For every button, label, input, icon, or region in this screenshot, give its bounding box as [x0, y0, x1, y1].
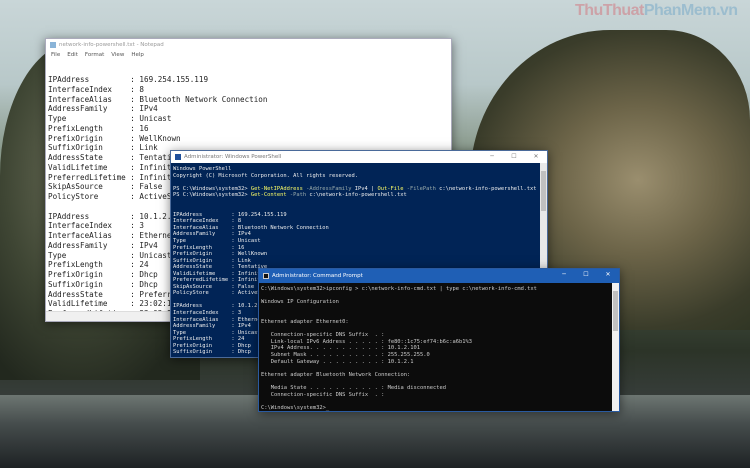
- console-line: Subnet Mask . . . . . . . . . . . : 255.…: [261, 351, 430, 358]
- cmd-icon: [263, 273, 269, 279]
- console-line: Media State . . . . . . . . . . . : Medi…: [261, 384, 446, 391]
- scrollbar-thumb[interactable]: [613, 291, 618, 331]
- text-line: PrefixLength : 16: [48, 123, 149, 133]
- console-line: Windows IP Configuration: [261, 299, 339, 306]
- cmd-scrollbar[interactable]: [612, 283, 619, 411]
- notepad-titlebar[interactable]: network-info-powershell.txt - Notepad: [46, 39, 451, 51]
- console-line: Connection-specific DNS Suffix . :: [261, 332, 385, 339]
- cmd-console-output[interactable]: C:\Windows\system32>ipconfig > c:\networ…: [259, 283, 619, 411]
- watermark: ThuThuatPhanMem.vn: [575, 2, 738, 20]
- text-line: Type : Unicast: [48, 114, 172, 123]
- notepad-icon: [50, 42, 56, 48]
- notepad-title: network-info-powershell.txt - Notepad: [59, 42, 164, 48]
- menu-item[interactable]: Format: [85, 52, 104, 60]
- cmd-title: Administrator: Command Prompt: [272, 273, 363, 279]
- console-line: Default Gateway . . . . . . . . . : 10.1…: [261, 358, 414, 365]
- command-token: -AddressFamily: [302, 185, 352, 192]
- console-line: Ethernet adapter Bluetooth Network Conne…: [261, 371, 411, 378]
- console-line: C:\Windows\system32>_: [261, 404, 330, 411]
- command-token: c:\network-info-powershell.txt: [435, 185, 537, 192]
- maximize-button[interactable]: ☐: [503, 151, 525, 163]
- close-button[interactable]: ✕: [597, 269, 619, 283]
- command-token: -Path: [286, 192, 307, 199]
- command-token: Out-File: [377, 185, 404, 192]
- menu-item[interactable]: Help: [131, 52, 144, 60]
- menu-item[interactable]: View: [111, 52, 124, 60]
- menu-item[interactable]: Edit: [67, 52, 78, 60]
- text-line: InterfaceAlias : Bluetooth Network Conne…: [48, 94, 268, 104]
- minimize-button[interactable]: ─: [481, 151, 503, 163]
- command-token: PS C:\Windows\system32>: [173, 192, 251, 199]
- console-line: Ethernet adapter Ethernet0:: [261, 318, 349, 325]
- text-line: PrefixOrigin : WellKnown: [48, 133, 181, 143]
- console-line: C:\Windows\system32>ipconfig > c:\networ…: [261, 286, 537, 292]
- command-token: c:\network-info-powershell.txt: [306, 192, 407, 199]
- command-token: IPv4 |: [351, 185, 378, 192]
- text-line: AddressFamily : IPv4: [48, 104, 158, 114]
- command-token: Get-Content: [250, 192, 287, 199]
- powershell-titlebar[interactable]: Administrator: Windows PowerShell ─ ☐ ✕: [171, 151, 547, 163]
- command-token: Get-NetIPAddress: [250, 185, 303, 192]
- text-line: IPAddress : 169.254.155.119: [48, 75, 209, 84]
- notepad-menubar: File Edit Format View Help: [46, 51, 451, 61]
- text-line: InterfaceIndex : 8: [48, 84, 145, 94]
- console-line: Link-local IPv6 Address . . . . . : fe80…: [261, 338, 472, 345]
- powershell-title: Administrator: Windows PowerShell: [184, 154, 282, 160]
- scrollbar-thumb[interactable]: [541, 171, 546, 211]
- minimize-button[interactable]: ─: [553, 269, 575, 283]
- watermark-part1: ThuThuat: [575, 2, 644, 19]
- close-button[interactable]: ✕: [525, 151, 547, 163]
- command-token: -FilePath: [403, 185, 436, 192]
- powershell-icon: [175, 154, 181, 160]
- command-token: PS C:\Windows\system32>: [173, 185, 251, 192]
- console-line: Connection-specific DNS Suffix . :: [261, 391, 385, 398]
- menu-item[interactable]: File: [51, 52, 60, 60]
- maximize-button[interactable]: ☐: [575, 269, 597, 283]
- cmd-titlebar[interactable]: Administrator: Command Prompt ─ ☐ ✕: [259, 269, 619, 283]
- console-line: IPv4 Address. . . . . . . . . . . : 10.1…: [261, 345, 421, 352]
- command-prompt-window[interactable]: Administrator: Command Prompt ─ ☐ ✕ C:\W…: [258, 268, 620, 412]
- watermark-part2: PhanMem.vn: [643, 2, 738, 19]
